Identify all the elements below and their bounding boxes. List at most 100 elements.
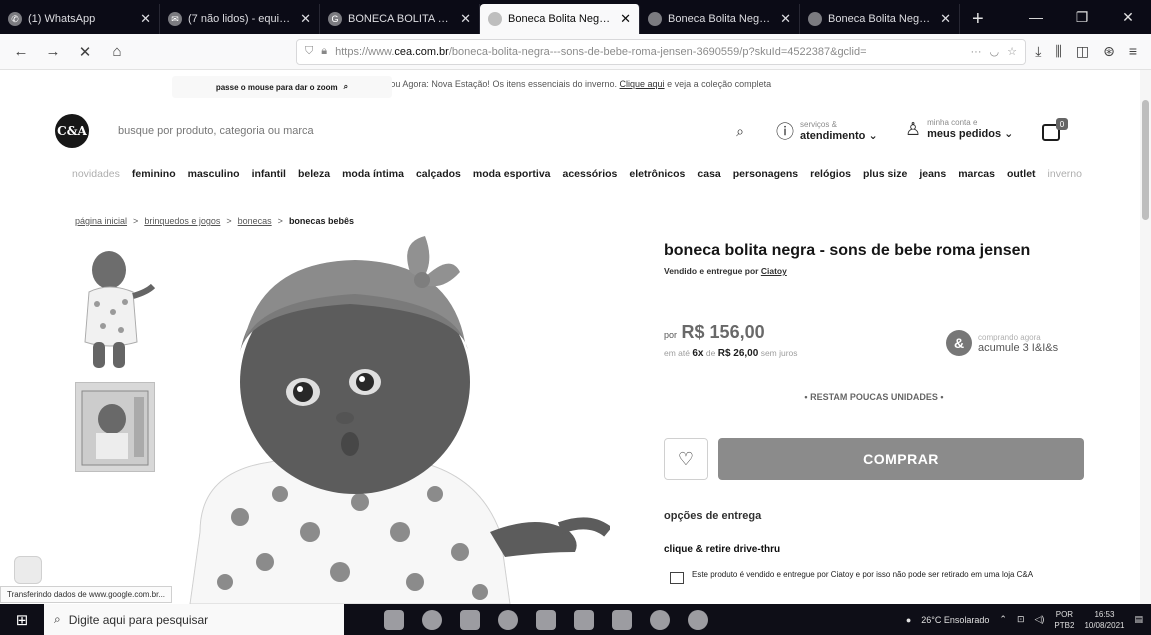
page-scrollbar[interactable]	[1140, 70, 1151, 604]
breadcrumb-link[interactable]: página inicial	[75, 216, 127, 226]
forward-icon[interactable]: →	[40, 43, 66, 60]
category-link[interactable]: inverno	[1048, 168, 1082, 180]
category-link[interactable]: jeans	[919, 168, 946, 180]
browser-navbar: ← → ✕ ⌂ ⛉ 🔒︎ https://www.cea.com.br/bone…	[0, 34, 1151, 70]
close-icon[interactable]: ✕	[780, 11, 791, 27]
category-link[interactable]: eletrônicos	[629, 168, 685, 180]
stop-icon[interactable]: ✕	[72, 43, 98, 61]
category-link[interactable]: beleza	[298, 168, 330, 180]
word-app-icon[interactable]	[612, 609, 632, 630]
browser-app-icon[interactable]	[422, 609, 442, 630]
firefox-app-icon[interactable]	[688, 609, 708, 630]
close-window-icon[interactable]: ✕	[1105, 9, 1151, 26]
tab-label: Boneca Bolita Negra - S	[668, 13, 772, 25]
clock[interactable]: 16:53 10/08/2021	[1084, 609, 1124, 631]
tab-product-3[interactable]: Boneca Bolita Negra - S ✕	[800, 4, 960, 34]
privacy-shield-icon[interactable]	[14, 556, 42, 584]
edge-app-icon[interactable]	[498, 609, 518, 630]
system-tray: ● 26°C Ensolarado ⌃ ⊡ ◁) POR PTB2 16:53 10…	[906, 609, 1151, 631]
search-icon[interactable]: ⌕	[730, 123, 750, 140]
address-bar[interactable]: ⛉ 🔒︎ https://www.cea.com.br/boneca-bolit…	[296, 38, 1026, 65]
product-info: boneca bolita negra - sons de bebe roma …	[664, 242, 1084, 584]
library-icon[interactable]: ⫼	[1055, 43, 1061, 60]
loyalty-big-label: acumule 3 I&I&s	[978, 341, 1059, 354]
category-link[interactable]: moda íntima	[342, 168, 404, 180]
tab-email[interactable]: ✉ (7 não lidos) - equipede ✕	[160, 4, 320, 34]
user-icon: ♙	[905, 118, 922, 139]
mail-app-icon[interactable]	[460, 609, 480, 630]
sidebar-icon[interactable]: ◫	[1076, 43, 1089, 60]
close-icon[interactable]: ✕	[940, 11, 951, 27]
bookmark-star-icon[interactable]: ☆	[1007, 45, 1017, 58]
menu-icon[interactable]: ≡	[1129, 43, 1137, 60]
category-link[interactable]: acessórios	[563, 168, 618, 180]
announcement-link[interactable]: Clique aqui	[620, 79, 665, 89]
pickup-title: clique & retire drive-thru	[664, 544, 781, 555]
category-link[interactable]: feminino	[132, 168, 176, 180]
category-link[interactable]: infantil	[252, 168, 286, 180]
buy-row: ♡ COMPRAR	[664, 438, 1084, 480]
extension-icon[interactable]: ⊛	[1103, 43, 1115, 60]
weather-label[interactable]: 26°C Ensolarado	[921, 615, 989, 625]
price: por R$ 156,00	[664, 322, 765, 342]
cea-logo[interactable]: C&A	[55, 114, 89, 148]
category-link[interactable]: casa	[697, 168, 720, 180]
scrollbar-thumb[interactable]	[1142, 100, 1149, 220]
close-icon[interactable]: ✕	[620, 11, 631, 27]
windows-start-icon[interactable]: ⊞	[0, 604, 44, 635]
tab-google[interactable]: G BONECA BOLITA - SON ✕	[320, 4, 480, 34]
breadcrumb-link[interactable]: brinquedos e jogos	[144, 216, 220, 226]
new-tab-button[interactable]: +	[960, 4, 996, 34]
home-icon[interactable]: ⌂	[104, 43, 130, 60]
service-menu[interactable]: ⓘ serviços & atendimento ⌄	[776, 118, 878, 144]
language-indicator[interactable]: POR PTB2	[1054, 609, 1074, 631]
favorite-button[interactable]: ♡	[664, 438, 708, 480]
close-icon[interactable]: ✕	[300, 11, 311, 27]
breadcrumb-link[interactable]: bonecas	[238, 216, 272, 226]
page-actions-menu[interactable]: ···	[971, 46, 982, 58]
buy-button[interactable]: COMPRAR	[718, 438, 1084, 480]
cart-button[interactable]: 0	[1040, 118, 1068, 144]
doll-image	[160, 232, 610, 604]
taskbar-search[interactable]: ⌕ Digite aqui para pesquisar	[44, 604, 344, 635]
close-icon[interactable]: ✕	[460, 11, 471, 27]
notifications-icon[interactable]: ▤	[1134, 614, 1143, 625]
url-text[interactable]: https://www.cea.com.br/boneca-bolita-neg…	[335, 46, 962, 58]
lock-icon[interactable]: 🔒︎	[321, 45, 327, 58]
pocket-icon[interactable]: ◡	[990, 45, 1000, 58]
tab-product-2[interactable]: Boneca Bolita Negra - S ✕	[640, 4, 800, 34]
account-menu[interactable]: ♙ minha conta e meus pedidos ⌄	[905, 118, 1013, 140]
category-link[interactable]: relógios	[810, 168, 851, 180]
shield-icon[interactable]: ⛉	[305, 45, 313, 58]
search-bar[interactable]: ⌕	[118, 116, 750, 146]
tab-active-product[interactable]: Boneca Bolita Negra - S ✕	[480, 4, 640, 34]
download-icon[interactable]: ⤓	[1035, 43, 1041, 60]
category-nav: novidades feminino masculino infantil be…	[72, 168, 1082, 180]
product-thumbnail-1[interactable]	[75, 242, 156, 376]
category-link[interactable]: calçados	[416, 168, 461, 180]
category-link[interactable]: outlet	[1007, 168, 1036, 180]
category-link[interactable]: marcas	[958, 168, 995, 180]
network-icon[interactable]: ⊡	[1017, 614, 1025, 625]
minimize-icon[interactable]: —	[1013, 9, 1059, 25]
category-link[interactable]: personagens	[733, 168, 798, 180]
category-link[interactable]: masculino	[188, 168, 240, 180]
store-app-icon[interactable]	[536, 609, 556, 630]
seller-link[interactable]: Ciatoy	[761, 266, 787, 276]
chrome-app-icon[interactable]	[650, 609, 670, 630]
search-input[interactable]	[118, 125, 730, 137]
category-link[interactable]: plus size	[863, 168, 907, 180]
product-thumbnail-2[interactable]	[75, 382, 155, 472]
excel-app-icon[interactable]	[574, 609, 594, 630]
task-view-icon[interactable]	[384, 609, 404, 630]
volume-icon[interactable]: ◁)	[1035, 614, 1045, 625]
heart-icon: ♡	[677, 448, 695, 469]
tab-whatsapp[interactable]: ✆ (1) WhatsApp ✕	[0, 4, 160, 34]
category-link[interactable]: novidades	[72, 168, 120, 180]
chevron-up-icon[interactable]: ⌃	[999, 614, 1007, 625]
close-icon[interactable]: ✕	[140, 11, 151, 27]
category-link[interactable]: moda esportiva	[473, 168, 551, 180]
back-icon[interactable]: ←	[8, 43, 34, 60]
restore-icon[interactable]: ❐	[1059, 9, 1105, 26]
product-main-image[interactable]	[160, 232, 610, 604]
